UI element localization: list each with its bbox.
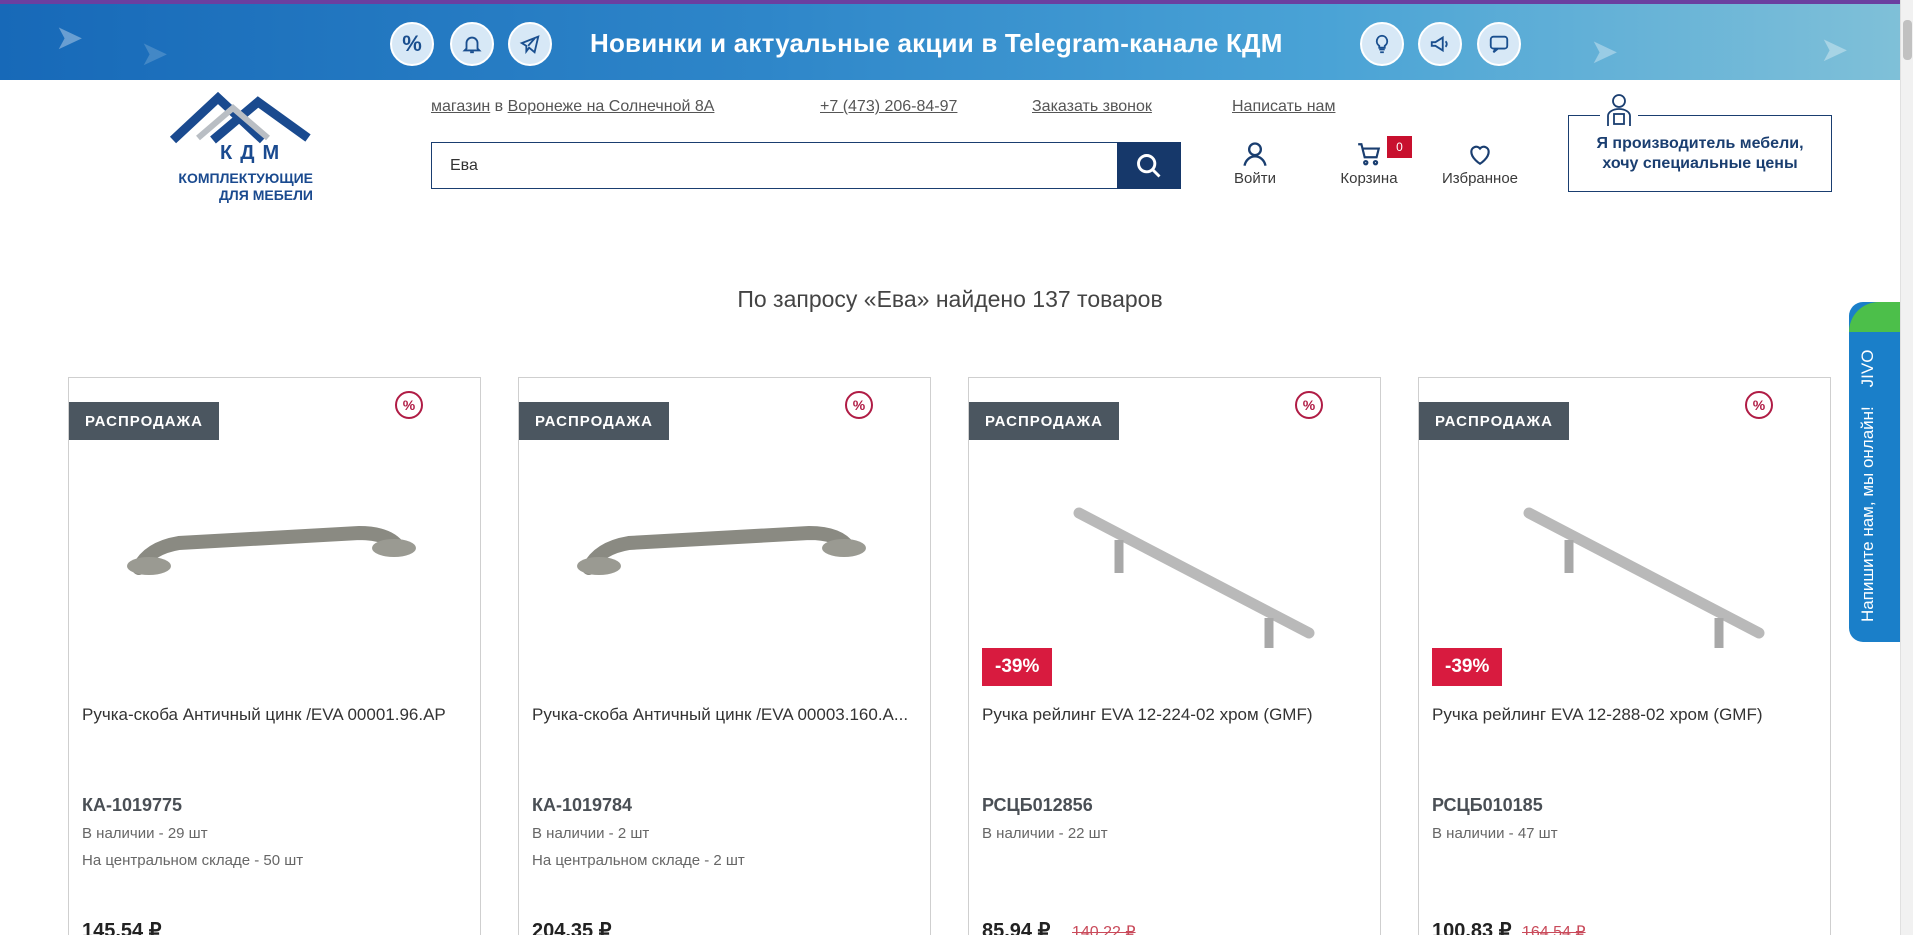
central-stock-info: На центральном складе - 2 шт [532, 852, 745, 869]
product-image [1073, 507, 1315, 648]
stock-info: В наличии - 29 шт [82, 825, 208, 842]
search-input[interactable]: Ева [431, 142, 1117, 189]
write-us-link[interactable]: Написать нам [1232, 98, 1335, 115]
cart-count-badge: 0 [1387, 136, 1412, 158]
search-icon [1137, 153, 1161, 178]
page-scrollbar[interactable] [1900, 0, 1913, 935]
product-code: КА-1019784 [532, 795, 633, 815]
maker-line2: хочу специальные цены [1602, 155, 1798, 172]
product-price: 145.54 ₽ [82, 920, 162, 935]
product-image [1523, 507, 1765, 648]
discount-badge: -39% [982, 648, 1053, 686]
store-link[interactable]: магазин [431, 98, 490, 115]
login-button[interactable]: Войти [1230, 138, 1280, 187]
product-name[interactable]: Ручка рейлинг EVA 12-224-02 хром (GMF) [982, 704, 1367, 725]
banner-text: Новинки и актуальные акции в Telegram-ка… [590, 28, 1283, 58]
lightbulb-icon [1360, 22, 1404, 66]
favorites-label: Избранное [1441, 170, 1519, 187]
callback-link[interactable]: Заказать звонок [1032, 98, 1152, 115]
search-button[interactable] [1117, 142, 1181, 189]
store-location: магазин в Воронеже на Солнечной 8А [431, 98, 714, 116]
favorites-button[interactable]: Избранное [1435, 138, 1525, 187]
telegram-promo-banner[interactable]: ➤ ➤ ➤ ➤ % Новинки и актуальные акции в T… [0, 0, 1900, 80]
product-card[interactable]: РАСПРОДАЖА % Ручка-скоба Античный цинк /… [68, 377, 481, 935]
product-name[interactable]: Ручка-скоба Античный цинк /EVA 00003.160… [532, 704, 917, 725]
stock-info: В наличии - 47 шт [1432, 825, 1558, 842]
megaphone-icon [1418, 22, 1462, 66]
sale-badge: РАСПРОДАЖА [969, 402, 1119, 440]
heart-icon [1470, 145, 1490, 166]
scrollbar-thumb[interactable] [1903, 20, 1912, 60]
manufacturer-person-icon [1600, 90, 1638, 128]
product-card[interactable]: РАСПРОДАЖА % -39% Ручка рейлинг EVA 12-2… [1418, 377, 1831, 935]
search-results-title: По запросу «Ева» найдено 137 товаров [737, 286, 1163, 312]
site-logo[interactable]: КДМ КОМПЛЕКТУЮЩИЕ ДЛЯ МЕБЕЛИ [168, 90, 313, 205]
stock-info: В наличии - 22 шт [982, 825, 1108, 842]
maker-line1: Я производитель мебели, [1596, 135, 1804, 152]
product-card[interactable]: РАСПРОДАЖА % -39% Ручка рейлинг EVA 12-2… [968, 377, 1381, 935]
discount-percent-icon: % [845, 391, 873, 419]
sale-badge: РАСПРОДАЖА [519, 402, 669, 440]
jivo-status-indicator [1849, 302, 1900, 332]
product-image [577, 525, 866, 575]
cart-icon [1358, 143, 1381, 166]
logo-subtitle: КОМПЛЕКТУЮЩИЕ ДЛЯ МЕБЕЛИ [178, 170, 313, 203]
product-card[interactable]: РАСПРОДАЖА % Ручка-скоба Античный цинк /… [518, 377, 931, 935]
bell-icon [450, 22, 494, 66]
paper-plane-icon: ➤ [1590, 33, 1619, 71]
product-price: 85.94 ₽ [982, 920, 1051, 935]
product-price: 100.83 ₽ [1432, 920, 1512, 935]
sale-badge: РАСПРОДАЖА [1419, 402, 1569, 440]
login-label: Войти [1234, 170, 1276, 187]
jivo-chat-widget[interactable]: Напишите нам, мы онлайн! JIVO [1849, 302, 1900, 642]
stock-info: В наличии - 2 шт [532, 825, 650, 842]
sale-badge: РАСПРОДАЖА [69, 402, 219, 440]
jivo-brand: JIVO [1858, 349, 1877, 388]
discount-percent-icon: % [395, 391, 423, 419]
logo-name: КДМ [220, 142, 288, 164]
product-price: 204.35 ₽ [532, 920, 612, 935]
store-in-text: в [494, 98, 504, 115]
paper-plane-icon: ➤ [140, 35, 169, 73]
discount-percent-icon: % [1295, 391, 1323, 419]
product-name[interactable]: Ручка-скоба Античный цинк /EVA 00001.96.… [82, 704, 467, 725]
jivo-chat-text: Напишите нам, мы онлайн! JIVO [1858, 349, 1877, 622]
central-stock-info: На центральном складе - 50 шт [82, 852, 304, 869]
paper-plane-icon: ➤ [55, 19, 84, 57]
product-name[interactable]: Ручка рейлинг EVA 12-288-02 хром (GMF) [1432, 704, 1817, 725]
discount-badge: -39% [1432, 648, 1503, 686]
telegram-icon [508, 22, 552, 66]
old-price: 140.22 ₽ [1072, 924, 1136, 935]
paper-plane-icon: ➤ [1820, 31, 1849, 69]
percent-icon: % [390, 22, 434, 66]
user-icon [1243, 142, 1267, 166]
product-image [127, 525, 416, 575]
old-price: 164.54 ₽ [1522, 924, 1586, 935]
question-chat-icon [1477, 22, 1521, 66]
discount-percent-icon: % [1745, 391, 1773, 419]
phone-link[interactable]: +7 (473) 206-84-97 [820, 98, 957, 115]
product-code: КА-1019775 [82, 795, 183, 815]
cart-label: Корзина [1340, 170, 1398, 187]
product-code: РСЦБ012856 [982, 795, 1093, 815]
store-address-link[interactable]: Воронеже на Солнечной 8А [508, 98, 715, 115]
product-code: РСЦБ010185 [1432, 795, 1543, 815]
